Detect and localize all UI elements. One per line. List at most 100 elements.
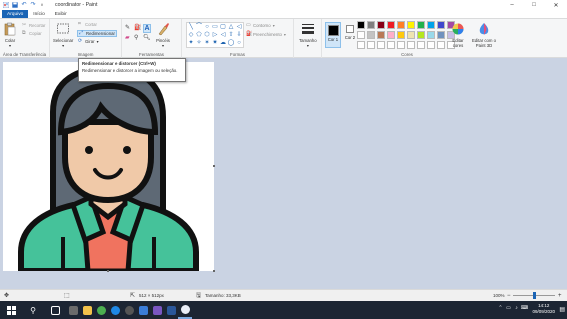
shape-icon[interactable]: ◁ (219, 31, 227, 39)
taskbar-app-6[interactable] (150, 301, 164, 319)
palette-swatch[interactable] (377, 31, 385, 39)
palette-swatch[interactable] (427, 31, 435, 39)
start-button[interactable] (0, 301, 22, 319)
shape-icon[interactable]: △ (227, 23, 235, 31)
outline-dropdown-icon[interactable]: ▾ (273, 23, 275, 28)
tab-arquivo[interactable]: Arquivo (2, 10, 29, 18)
palette-swatch[interactable] (427, 41, 435, 49)
language-icon[interactable]: ⌨ (521, 306, 528, 311)
palette-swatch[interactable] (367, 41, 375, 49)
palette-swatch[interactable] (437, 31, 445, 39)
shape-icon[interactable]: ▢ (219, 23, 227, 31)
select-dropdown-icon[interactable]: ▾ (62, 43, 64, 48)
shape-icon[interactable]: ○ (203, 23, 211, 31)
text-tool-icon[interactable]: A (143, 24, 151, 33)
color2-button[interactable]: Cor 2 (343, 22, 357, 48)
taskbar-app-explorer[interactable] (80, 301, 94, 319)
shape-icon[interactable]: ○ (235, 39, 243, 47)
shape-icon[interactable]: ⇧ (227, 31, 235, 39)
canvas-resize-handle-right[interactable] (213, 165, 215, 167)
system-clock[interactable]: 14:12 09/09/2020 (532, 303, 555, 315)
shape-icon[interactable]: ✧ (195, 39, 203, 47)
palette-swatch[interactable] (407, 21, 415, 29)
paste-button[interactable]: Colar ▾ (3, 22, 17, 48)
palette-swatch[interactable] (377, 41, 385, 49)
shape-icon[interactable]: ⌒ (195, 23, 203, 31)
shape-icon[interactable]: ▭ (211, 23, 219, 31)
select-button[interactable]: Selecionar ▾ (53, 22, 73, 48)
shape-icon[interactable]: ✦ (187, 39, 195, 47)
shape-icon[interactable]: ◯ (227, 39, 235, 47)
zoom-in-button[interactable]: + (558, 293, 562, 299)
eraser-icon[interactable]: ▰ (125, 34, 133, 43)
shape-icon[interactable]: ☁ (219, 39, 227, 47)
volume-icon[interactable]: ♪ (514, 306, 519, 311)
shape-icon[interactable]: ▷ (211, 31, 219, 39)
color-picker-icon[interactable]: ⚲ (134, 34, 142, 43)
edit-colors-button[interactable]: Editar cores (450, 22, 466, 48)
canvas-resize-handle-bottom[interactable] (107, 270, 109, 272)
paste-dropdown-icon[interactable]: ▾ (9, 43, 11, 48)
palette-swatch[interactable] (427, 21, 435, 29)
network-icon[interactable]: ▭ (506, 306, 511, 311)
palette-swatch[interactable] (397, 21, 405, 29)
crop-button[interactable]: ⌗ Cortar (78, 22, 97, 28)
palette-swatch[interactable] (417, 31, 425, 39)
palette-swatch[interactable] (357, 41, 365, 49)
drawing-canvas[interactable] (3, 62, 214, 271)
shape-icon[interactable]: ⬡ (203, 31, 211, 39)
notifications-icon[interactable]: ▤ (559, 306, 565, 313)
palette-swatch[interactable] (417, 41, 425, 49)
brushes-dropdown-icon[interactable]: ▾ (162, 43, 164, 48)
palette-swatch[interactable] (367, 21, 375, 29)
shapes-gallery[interactable]: ╲ ⌒ ○ ▭ ▢ △ ◁ ◇ ⬠ ⬡ ▷ ◁ ⇧ ⇩ ✦ ✧ ✶ ✷ ☁ ◯ ○ (186, 22, 244, 48)
tray-chevron-icon[interactable]: ⌃ (498, 306, 503, 311)
taskbar-app-5[interactable] (136, 301, 150, 319)
search-taskbar-button[interactable]: ⚲ (22, 301, 44, 319)
taskbar-app-paint[interactable] (178, 301, 192, 319)
cut-button[interactable]: ✂ Recortar (22, 23, 45, 29)
resize-button[interactable]: ⤢ Redimensionar (77, 30, 117, 37)
tab-inicio[interactable]: Início (28, 10, 49, 18)
rotate-button[interactable]: ⟳ Girar ▾ (78, 39, 99, 45)
pencil-icon[interactable]: ✎ (125, 24, 133, 33)
task-view-button[interactable] (44, 301, 66, 319)
palette-swatch[interactable] (437, 21, 445, 29)
palette-swatch[interactable] (377, 21, 385, 29)
zoom-slider-thumb[interactable] (532, 292, 536, 299)
zoom-slider[interactable] (513, 292, 555, 299)
size-dropdown-icon[interactable]: ▾ (307, 43, 309, 48)
rotate-dropdown-icon[interactable]: ▾ (97, 39, 99, 44)
palette-swatch[interactable] (397, 41, 405, 49)
save-icon[interactable] (12, 2, 18, 8)
fill-dropdown-icon[interactable]: ▾ (284, 32, 286, 37)
paint3d-button[interactable]: Editar com o Paint 3D (470, 22, 498, 48)
size-button[interactable]: Tamanho ▾ (299, 22, 317, 48)
maximize-button[interactable]: □ (523, 0, 545, 10)
shape-icon[interactable]: ⇩ (235, 31, 243, 39)
shape-icon[interactable]: ◇ (187, 31, 195, 39)
shape-icon[interactable]: ╲ (187, 23, 195, 31)
palette-swatch[interactable] (407, 41, 415, 49)
palette-swatch[interactable] (387, 41, 395, 49)
customize-toolbar-icon[interactable]: ∨ (39, 2, 45, 8)
taskbar-app-edge[interactable] (108, 301, 122, 319)
shape-icon[interactable]: ⬠ (195, 31, 203, 39)
palette-swatch[interactable] (437, 41, 445, 49)
shape-icon[interactable]: ✷ (211, 39, 219, 47)
copy-button[interactable]: ⧉ Copiar (22, 31, 42, 37)
brushes-button[interactable]: Pincéis ▾ (156, 22, 170, 48)
redo-icon[interactable]: ↷ (30, 2, 36, 8)
palette-swatch[interactable] (357, 31, 365, 39)
tab-exibir[interactable]: Exibir (50, 10, 72, 18)
outline-button[interactable]: ▭ Contorno ▾ (246, 23, 275, 29)
fill-icon[interactable]: ⛽ (134, 24, 142, 33)
minimize-button[interactable]: – (501, 0, 523, 10)
zoom-out-button[interactable]: − (507, 293, 511, 299)
palette-swatch[interactable] (387, 21, 395, 29)
taskbar-app-4[interactable] (122, 301, 136, 319)
palette-swatch[interactable] (357, 21, 365, 29)
palette-swatch[interactable] (367, 31, 375, 39)
color1-button[interactable]: Cor 1 (325, 22, 341, 48)
shape-icon[interactable]: ✶ (203, 39, 211, 47)
